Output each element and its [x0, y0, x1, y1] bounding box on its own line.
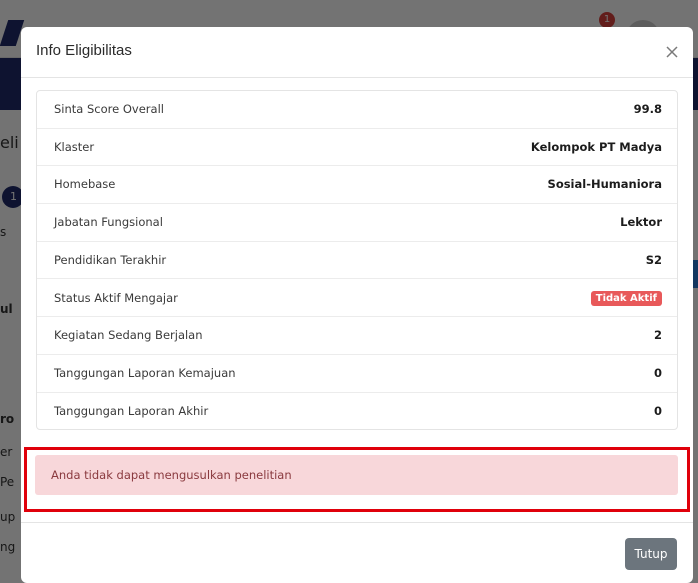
row-value: 0: [653, 365, 662, 380]
row-value: Kelompok PT Madya: [530, 139, 662, 154]
row-label: Kegiatan Sedang Berjalan: [54, 328, 203, 343]
list-item: Sinta Score Overall 99.8: [37, 91, 677, 129]
row-label: Tanggungan Laporan Akhir: [54, 403, 209, 418]
row-value: Sosial-Humaniora: [547, 177, 662, 192]
row-label: Klaster: [54, 139, 95, 154]
list-item: Status Aktif Mengajar Tidak Aktif: [37, 280, 677, 318]
row-label: Tanggungan Laporan Kemajuan: [54, 365, 236, 380]
modal-title: Info Eligibilitas: [36, 42, 132, 59]
row-value: Lektor: [620, 215, 662, 230]
eligibility-info-list: Sinta Score Overall 99.8 Klaster Kelompo…: [36, 90, 678, 430]
list-item: Tanggungan Laporan Akhir 0: [37, 393, 677, 431]
list-item: Klaster Kelompok PT Madya: [37, 129, 677, 167]
row-value: 99.8: [633, 102, 662, 116]
row-label: Status Aktif Mengajar: [54, 290, 178, 305]
status-badge: Tidak Aktif: [590, 290, 662, 306]
row-value: 2: [653, 328, 662, 343]
row-label: Homebase: [54, 177, 116, 192]
close-icon: [666, 46, 678, 58]
row-label: Pendidikan Terakhir: [54, 252, 167, 267]
row-value: S2: [645, 252, 662, 267]
row-value: 0: [653, 403, 662, 418]
list-item: Tanggungan Laporan Kemajuan 0: [37, 355, 677, 393]
eligibility-modal: Info Eligibilitas Sinta Score Overall 99…: [21, 27, 693, 583]
list-item: Kegiatan Sedang Berjalan 2: [37, 317, 677, 355]
highlight-frame: [24, 447, 690, 512]
row-label: Sinta Score Overall: [54, 102, 164, 116]
modal-header: Info Eligibilitas: [21, 27, 693, 78]
list-item: Jabatan Fungsional Lektor: [37, 204, 677, 242]
row-label: Jabatan Fungsional: [54, 215, 163, 230]
close-modal-button[interactable]: Tutup: [625, 538, 677, 570]
footer-divider: [21, 522, 693, 523]
list-item: Pendidikan Terakhir S2: [37, 242, 677, 280]
close-button[interactable]: [661, 41, 683, 63]
list-item: Homebase Sosial-Humaniora: [37, 166, 677, 205]
